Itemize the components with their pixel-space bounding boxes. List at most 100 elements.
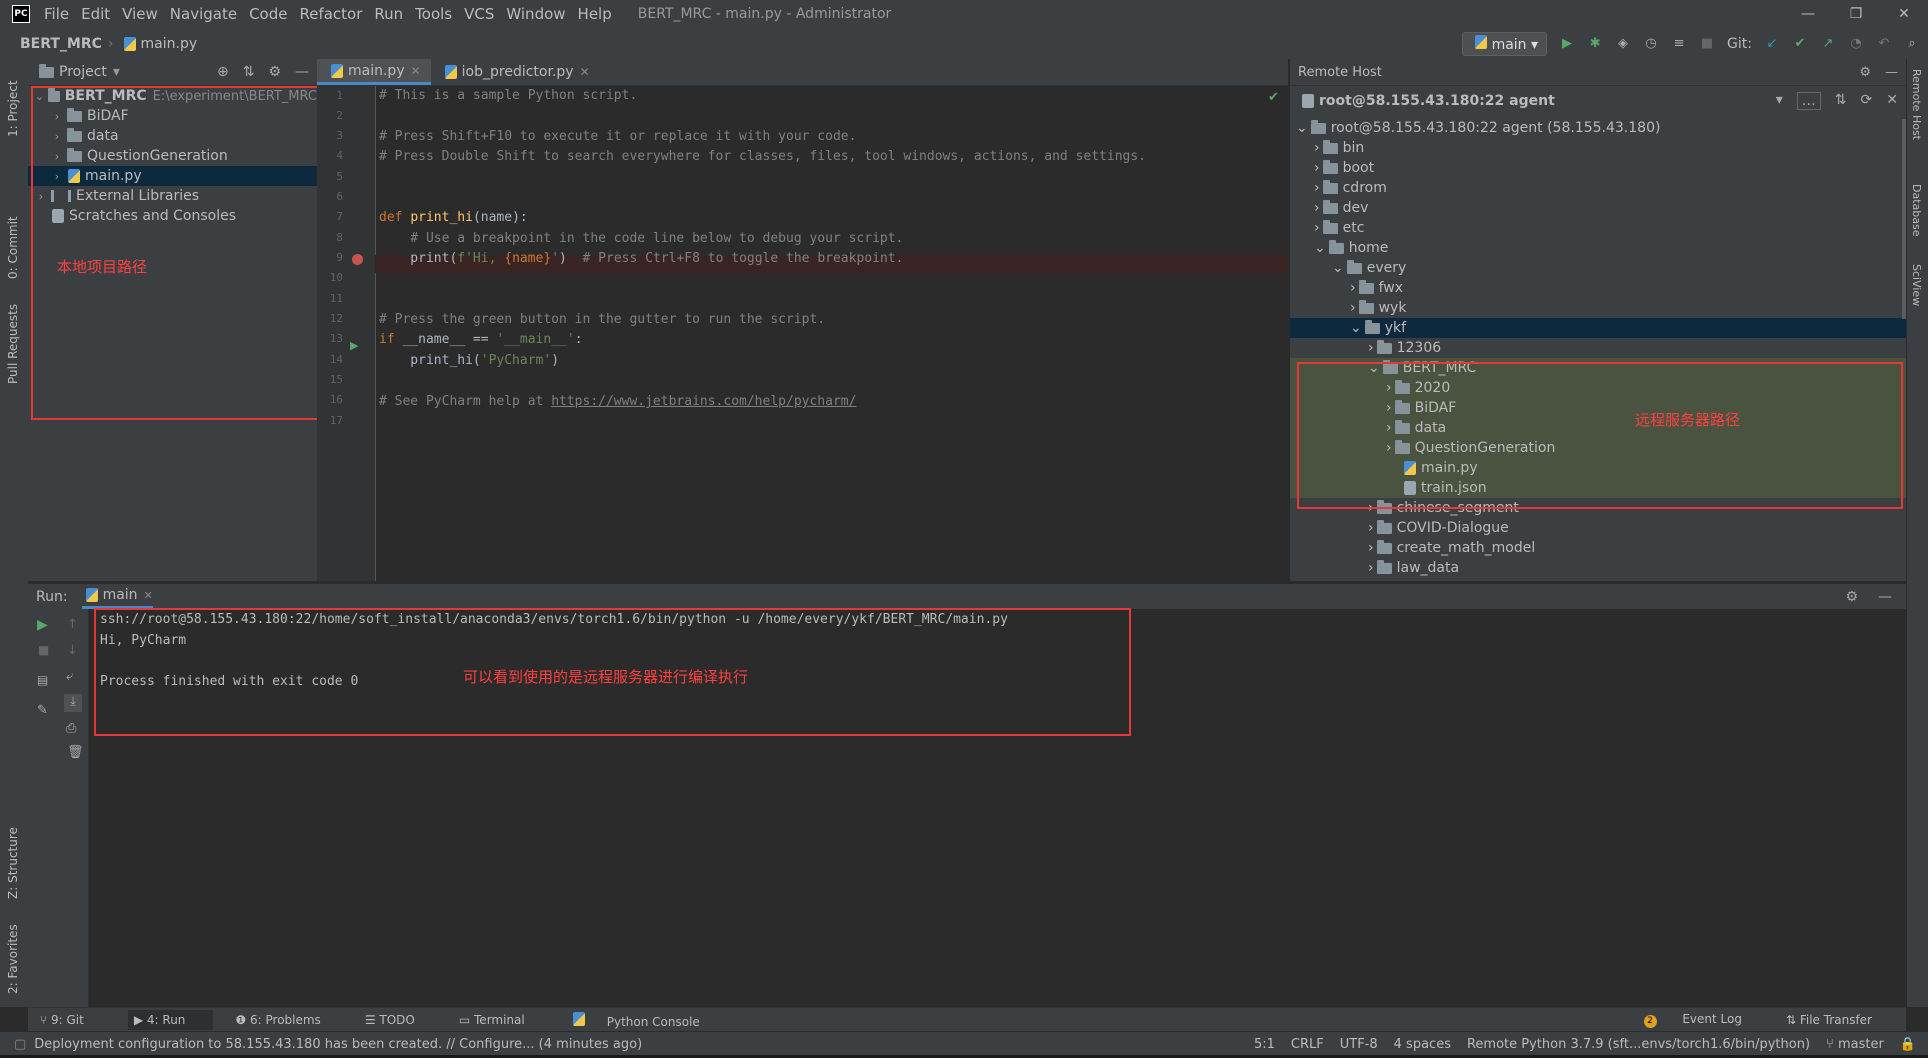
remote-dir-dev[interactable]: › dev <box>1290 198 1906 218</box>
menu-window[interactable]: Window <box>500 5 571 23</box>
breadcrumb-file[interactable]: main.py <box>141 36 198 52</box>
gear-icon[interactable]: ⚙ <box>1845 589 1858 605</box>
tool-tab-structure[interactable]: Z: Structure <box>6 827 20 899</box>
soft-wrap-icon[interactable]: ⤶ <box>66 669 73 684</box>
remote-dir-cdrom[interactable]: › cdrom <box>1290 178 1906 198</box>
scroll-to-end-icon[interactable]: ⤓ <box>64 694 82 712</box>
file-encoding[interactable]: UTF-8 <box>1340 1037 1378 1052</box>
build-icon[interactable]: ≡ <box>1671 36 1687 52</box>
close-icon[interactable]: ✕ <box>144 589 153 602</box>
help-link[interactable]: https://www.jetbrains.com/help/pycharm/ <box>551 394 856 409</box>
toolwindow-run[interactable]: ▶ 4: Run <box>127 1010 214 1030</box>
tool-tab-sciview[interactable]: SciView <box>1910 264 1923 306</box>
git-commit-icon[interactable]: ✔ <box>1792 36 1808 52</box>
remote-dir-every[interactable]: ⌄ every <box>1290 258 1906 278</box>
run-configuration-select[interactable]: main ▾ <box>1461 31 1548 56</box>
indent-setting[interactable]: 4 spaces <box>1394 1037 1451 1052</box>
menu-navigate[interactable]: Navigate <box>164 5 243 23</box>
chevron-down-icon[interactable]: ⌄ <box>1296 120 1308 136</box>
collapse-all-icon[interactable]: ⇅ <box>243 64 255 80</box>
chevron-right-icon[interactable]: › <box>1314 160 1320 176</box>
run-icon[interactable]: ▶ <box>1559 36 1575 52</box>
minimize-button[interactable]: — <box>1784 6 1832 22</box>
refresh-icon[interactable]: ⟳ <box>1861 92 1873 110</box>
rerun-icon[interactable]: ▶ <box>37 617 48 633</box>
git-update-icon[interactable]: ↙ <box>1764 36 1780 52</box>
git-push-icon[interactable]: ↗ <box>1820 36 1836 52</box>
coverage-icon[interactable]: ◈ <box>1615 36 1631 52</box>
remote-dir-wyk[interactable]: › wyk <box>1290 298 1906 318</box>
toolwindow-problems[interactable]: ❶ 6: Problems <box>235 1013 342 1027</box>
layout-icon[interactable]: ▤ <box>37 673 48 687</box>
chevron-down-icon[interactable]: ⌄ <box>1332 260 1344 276</box>
chevron-right-icon[interactable]: › <box>1314 180 1320 196</box>
restore-button[interactable]: ❐ <box>1832 6 1880 22</box>
chevron-right-icon[interactable]: › <box>1350 280 1356 296</box>
up-arrow-icon[interactable]: ↑ <box>67 617 78 632</box>
rollback-icon[interactable]: ↶ <box>1876 36 1892 52</box>
project-view-select[interactable]: Project <box>59 64 107 80</box>
search-icon[interactable]: ⌕ <box>1904 36 1920 52</box>
menu-edit[interactable]: Edit <box>75 5 116 23</box>
caret-position[interactable]: 5:1 <box>1254 1037 1275 1052</box>
toolwindow-todo[interactable]: ☰ TODO <box>365 1013 437 1027</box>
print-icon[interactable]: ⎙ <box>66 721 76 736</box>
line-separator[interactable]: CRLF <box>1291 1037 1324 1052</box>
tool-tab-database[interactable]: Database <box>1910 184 1923 237</box>
status-message[interactable]: Deployment configuration to 58.155.43.18… <box>34 1037 642 1052</box>
chevron-down-icon[interactable]: ▾ <box>1776 92 1783 110</box>
chevron-right-icon[interactable]: › <box>1314 220 1320 236</box>
tool-tab-pull-requests[interactable]: Pull Requests <box>6 304 20 384</box>
menu-file[interactable]: File <box>38 5 75 23</box>
git-branch[interactable]: ⑂ master <box>1826 1037 1884 1052</box>
chevron-right-icon[interactable]: › <box>1368 540 1374 556</box>
remote-dir-fwx[interactable]: › fwx <box>1290 278 1906 298</box>
history-icon[interactable]: ◔ <box>1848 36 1864 52</box>
trash-icon[interactable]: 🗑 <box>67 745 84 760</box>
chevron-right-icon[interactable]: › <box>1314 200 1320 216</box>
python-interpreter[interactable]: Remote Python 3.7.9 (sft...envs/torch1.6… <box>1467 1037 1810 1052</box>
tab-main-py[interactable]: main.py ✕ <box>317 59 431 85</box>
chevron-down-icon[interactable]: ▾ <box>113 64 120 80</box>
menu-code[interactable]: Code <box>243 5 293 23</box>
menu-run[interactable]: Run <box>368 5 409 23</box>
breakpoint-icon[interactable] <box>352 254 363 265</box>
breadcrumb-project[interactable]: BERT_MRC <box>20 36 102 52</box>
remote-root[interactable]: ⌄ root@58.155.43.180:22 agent (58.155.43.… <box>1290 118 1906 138</box>
collapse-all-icon[interactable]: ⇅ <box>1835 92 1847 110</box>
inspection-ok-icon[interactable]: ✔ <box>1268 90 1279 105</box>
hide-icon[interactable]: — <box>295 64 309 80</box>
chevron-right-icon[interactable]: › <box>1368 340 1374 356</box>
down-arrow-icon[interactable]: ↓ <box>67 643 78 658</box>
chevron-right-icon[interactable]: › <box>1368 560 1374 576</box>
tool-tab-favorites[interactable]: 2: Favorites <box>6 924 20 994</box>
remote-dir-12306[interactable]: › 12306 <box>1290 338 1906 358</box>
debug-icon[interactable]: ✱ <box>1587 36 1603 52</box>
server-select[interactable]: root@58.155.43.180:22 agent <box>1319 93 1555 109</box>
remote-dir-boot[interactable]: › boot <box>1290 158 1906 178</box>
remote-dir-home[interactable]: ⌄ home <box>1290 238 1906 258</box>
chevron-right-icon[interactable]: › <box>1350 300 1356 316</box>
remote-dir-ykf[interactable]: ⌄ ykf <box>1290 318 1906 338</box>
chevron-right-icon[interactable]: › <box>1368 520 1374 536</box>
menu-refactor[interactable]: Refactor <box>293 5 368 23</box>
menu-vcs[interactable]: VCS <box>458 5 500 23</box>
editor-gutter[interactable]: 1 2 3 4 5 6 7 8 9 10 11 12 13 14 15 16 1… <box>317 86 376 581</box>
close-window-button[interactable]: ✕ <box>1880 6 1928 22</box>
menu-view[interactable]: View <box>116 5 164 23</box>
hide-icon[interactable]: — <box>1885 65 1898 80</box>
profile-icon[interactable]: ◷ <box>1643 36 1659 52</box>
locate-icon[interactable]: ⊕ <box>217 64 229 80</box>
remote-dir-covid-dialogue[interactable]: › COVID-Dialogue <box>1290 518 1906 538</box>
hide-icon[interactable]: — <box>1878 589 1892 605</box>
chevron-down-icon[interactable]: ⌄ <box>1350 320 1362 336</box>
remote-dir-bin[interactable]: › bin <box>1290 138 1906 158</box>
close-icon[interactable]: ✕ <box>1886 92 1898 110</box>
remote-dir-create-math-model[interactable]: › create_math_model <box>1290 538 1906 558</box>
remote-dir-law-data[interactable]: › law_data <box>1290 558 1906 578</box>
chevron-right-icon[interactable]: › <box>1314 140 1320 156</box>
tab-iob-predictor-py[interactable]: iob_predictor.py ✕ <box>431 59 600 85</box>
tool-tab-project[interactable]: 1: Project <box>6 80 20 137</box>
menu-tools[interactable]: Tools <box>409 5 458 23</box>
close-icon[interactable]: ✕ <box>411 64 421 78</box>
